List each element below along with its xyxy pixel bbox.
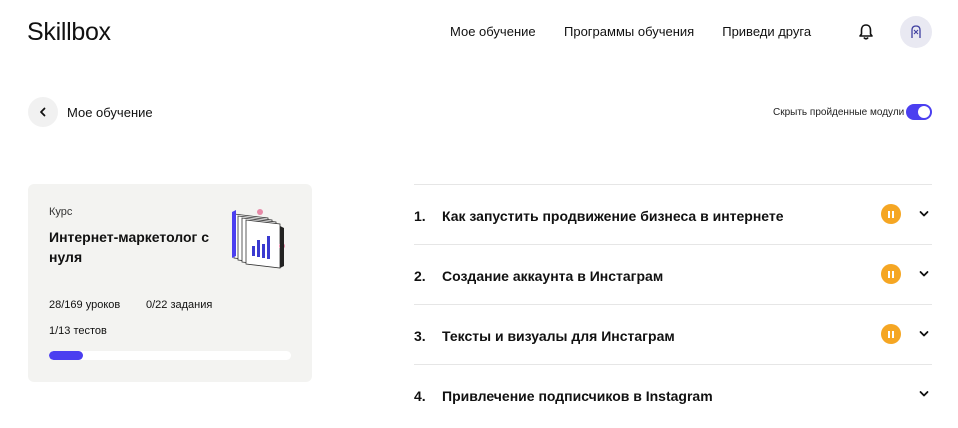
nav-invite-friend[interactable]: Приведи друга: [722, 24, 811, 39]
module-number: 4.: [414, 388, 426, 404]
pause-icon: [881, 204, 901, 224]
pause-icon: [881, 264, 901, 284]
main-nav: Мое обучение Программы обучения Приведи …: [450, 24, 811, 39]
tasks-progress: 0/22 задания: [146, 299, 213, 311]
tests-progress: 1/13 тестов: [49, 325, 107, 337]
back-button[interactable]: [28, 97, 58, 127]
chevron-down-icon[interactable]: [917, 327, 931, 341]
chevron-down-icon[interactable]: [917, 387, 931, 401]
module-title: Как запустить продвижение бизнеса в инте…: [442, 208, 784, 224]
back-label[interactable]: Мое обучение: [67, 105, 153, 120]
pause-icon: [881, 324, 901, 344]
course-progress-bar: [49, 351, 291, 360]
course-type: Курс: [49, 206, 73, 218]
chevron-down-icon[interactable]: [917, 207, 931, 221]
module-item[interactable]: 1. Как запустить продвижение бизнеса в и…: [414, 184, 932, 244]
course-illustration-icon: [232, 209, 285, 269]
lessons-progress: 28/169 уроков: [49, 299, 121, 311]
module-number: 1.: [414, 208, 426, 224]
nav-programs[interactable]: Программы обучения: [564, 24, 694, 39]
chevron-down-icon[interactable]: [917, 267, 931, 281]
module-title: Создание аккаунта в Инстаграм: [442, 268, 664, 284]
module-item[interactable]: 4. Привлечение подписчиков в Instagram: [414, 364, 932, 424]
toggle-knob: [918, 106, 930, 118]
module-number: 2.: [414, 268, 426, 284]
module-title: Тексты и визуалы для Инстаграм: [442, 328, 675, 344]
chevron-left-icon: [40, 107, 46, 117]
module-number: 3.: [414, 328, 426, 344]
module-item[interactable]: 3. Тексты и визуалы для Инстаграм: [414, 304, 932, 364]
hide-completed-label: Скрыть пройденные модули: [773, 107, 905, 118]
skillbox-logo[interactable]: Skillbox: [27, 18, 111, 47]
avatar[interactable]: [900, 16, 932, 48]
course-card[interactable]: Курс Интернет-маркетолог с нуля 28/169 у…: [28, 184, 312, 382]
bell-icon[interactable]: [856, 22, 876, 42]
module-item[interactable]: 2. Создание аккаунта в Инстаграм: [414, 244, 932, 304]
course-title: Интернет-маркетолог с нуля: [49, 229, 210, 265]
module-title: Привлечение подписчиков в Instagram: [442, 388, 713, 404]
hide-completed-toggle[interactable]: [906, 104, 932, 120]
avatar-icon: [911, 25, 921, 38]
modules-list: 1. Как запустить продвижение бизнеса в и…: [414, 184, 932, 424]
course-progress-fill: [49, 351, 83, 360]
nav-my-learning[interactable]: Мое обучение: [450, 24, 536, 39]
